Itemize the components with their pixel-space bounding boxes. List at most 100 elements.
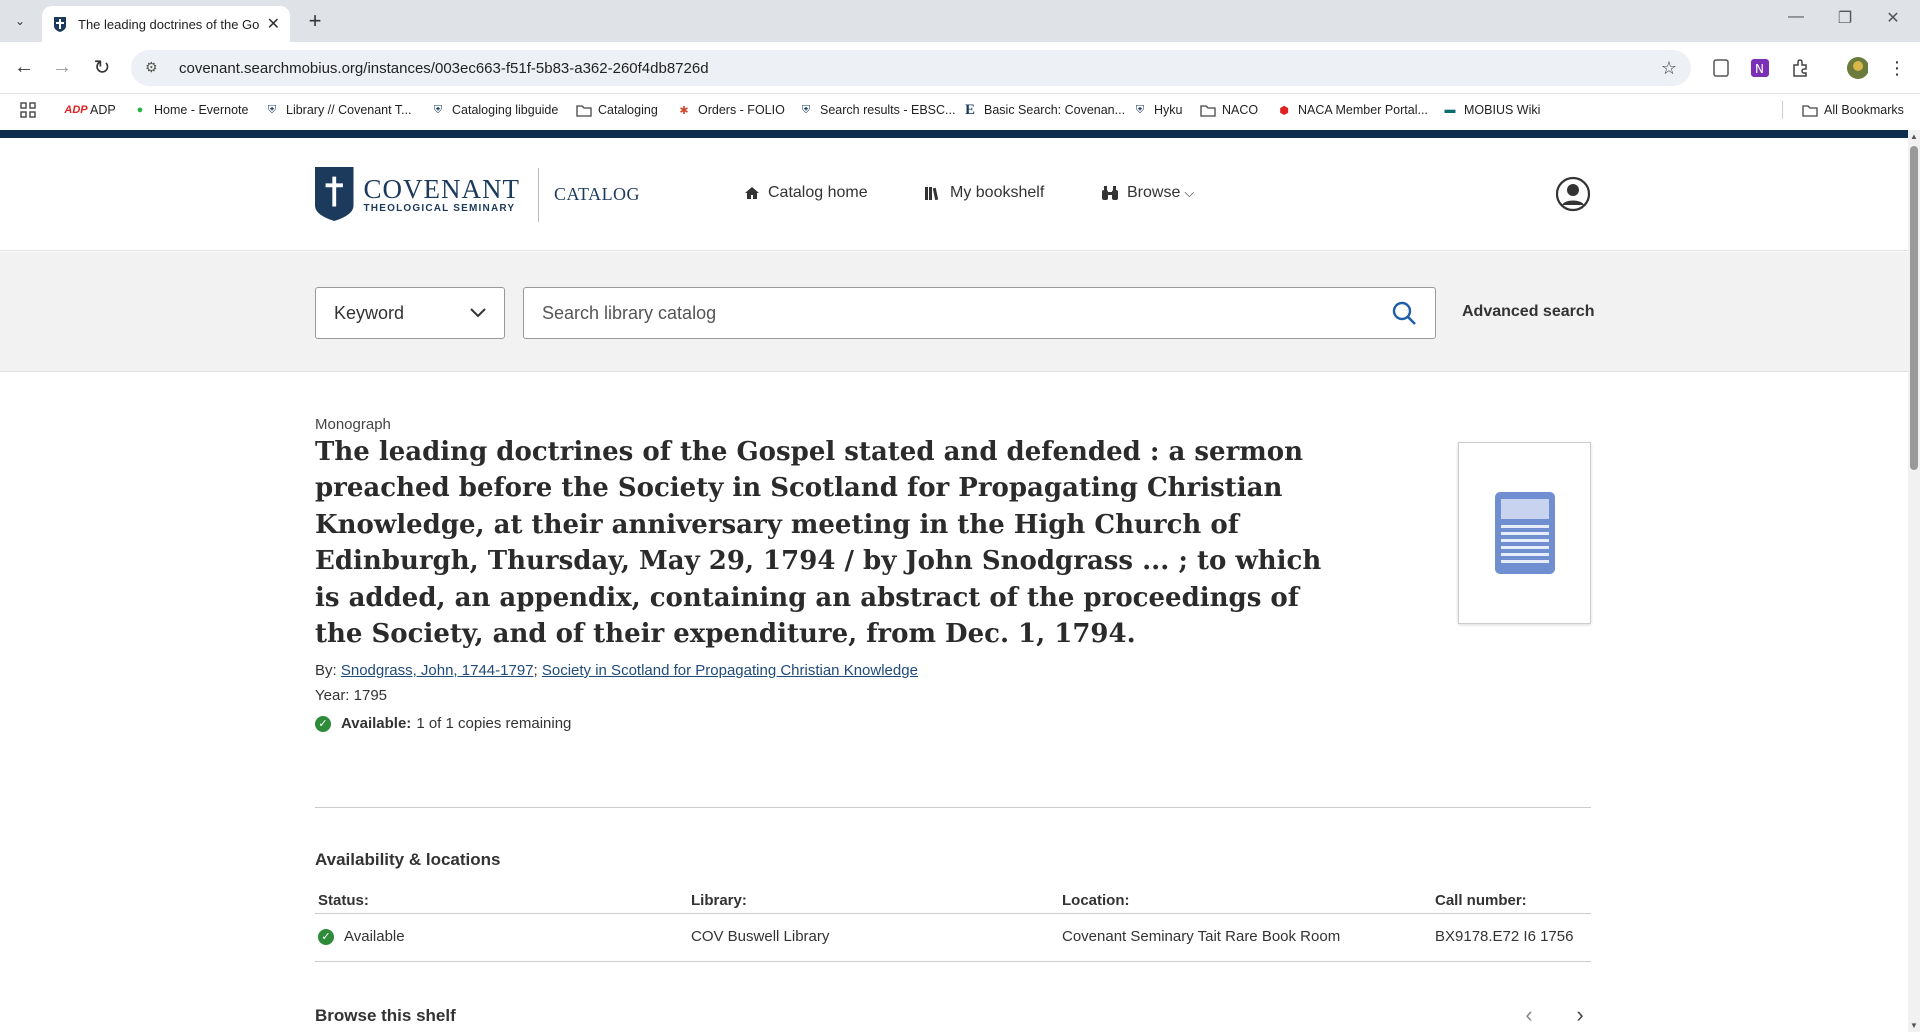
favicon-shield-icon [54, 17, 66, 32]
close-tab-icon[interactable]: ✕ [267, 14, 280, 34]
binoculars-icon [1102, 186, 1118, 200]
shield-icon: ⛨ [433, 103, 443, 116]
nav-catalog-home[interactable]: Catalog home [744, 184, 868, 202]
author-link-society[interactable]: Society in Scotland for Propagating Chri… [542, 662, 918, 679]
bookmark-library-covenant[interactable]: ⛨ Library // Covenant T... [264, 94, 412, 126]
col-status: Status: [318, 892, 369, 909]
restore-icon[interactable]: ❐ [1830, 8, 1860, 28]
bookmark-evernote[interactable]: ● Home - Evernote [132, 94, 249, 126]
cover-image [1458, 442, 1591, 624]
window-close-icon[interactable]: ✕ [1878, 8, 1908, 28]
bookmarks-divider [1782, 101, 1783, 119]
bookmarks-bar: ADP ADP ● Home - Evernote ⛨ Library // Cove… [0, 94, 1920, 126]
brand-stripe [0, 130, 1908, 138]
apps-grid-icon[interactable] [20, 94, 36, 126]
bookmark-hyku[interactable]: ⛨ Hyku [1132, 94, 1183, 126]
search-type-value: Keyword [334, 302, 405, 323]
url-text: covenant.searchmobius.org/instances/003e… [179, 59, 709, 77]
address-bar[interactable]: ⚙ covenant.searchmobius.org/instances/00… [131, 50, 1691, 86]
active-tab[interactable]: The leading doctrines of the Gosp ✕ [42, 6, 290, 42]
site-info-icon[interactable]: ⚙ [145, 59, 163, 77]
home-icon [745, 187, 759, 199]
year-label: Year: [315, 687, 350, 704]
tab-search-icon[interactable]: ⌄ [8, 9, 32, 33]
folder-icon [1802, 102, 1818, 118]
account-icon[interactable] [1555, 176, 1591, 212]
bookmark-ebsco[interactable]: ⛨ Search results - EBSC... [798, 94, 956, 126]
browse-shelf-heading: Browse this shelf [315, 1006, 456, 1025]
search-icon[interactable] [1391, 300, 1417, 326]
reload-icon[interactable]: ↻ [89, 54, 115, 80]
covenant-shield-icon [315, 167, 354, 221]
site-header: COVENANT THEOLOGICAL SEMINARY CATALOG Ca… [0, 138, 1908, 251]
folio-icon: ✱ [679, 104, 689, 117]
catalog-label: CATALOG [554, 184, 641, 204]
chevron-down-icon [470, 308, 486, 318]
evernote-icon: ● [136, 104, 144, 116]
new-tab-icon[interactable]: + [302, 9, 328, 35]
logo-subtitle: THEOLOGICAL SEMINARY [363, 202, 516, 214]
search-placeholder: Search library catalog [542, 302, 717, 323]
author-link-snodgrass[interactable]: Snodgrass, John, 1744-1797 [341, 662, 534, 679]
document-icon [1494, 492, 1555, 574]
col-call-number: Call number: [1435, 892, 1527, 909]
bookmark-adp[interactable]: ADP ADP [64, 94, 115, 126]
bookmark-orders-folio[interactable]: ✱ Orders - FOLIO [676, 94, 784, 126]
back-icon[interactable]: ← [11, 54, 37, 80]
mobius-icon: ▬ [1444, 104, 1456, 116]
forward-icon[interactable]: → [49, 54, 75, 80]
shield-icon: ⛨ [1135, 103, 1145, 116]
onenote-icon[interactable]: N [1749, 57, 1771, 79]
scroll-up-icon[interactable]: ▲ [1908, 132, 1920, 141]
bookmark-cataloging-folder[interactable]: Cataloging [576, 94, 658, 126]
check-circle-icon: ✓ [315, 715, 331, 732]
folder-icon [576, 102, 592, 118]
shield-icon: ⛨ [801, 103, 811, 116]
col-library: Library: [691, 892, 747, 909]
authors-line: By: Snodgrass, John, 1744-1797; Society … [315, 662, 918, 679]
shelf-next-icon[interactable]: › [1568, 1004, 1592, 1028]
available-count: 1 of 1 copies remaining [416, 715, 572, 732]
shelf-prev-icon[interactable]: ‹ [1517, 1004, 1541, 1028]
status-cell: ✓ Available [318, 928, 405, 945]
naca-icon: ⬢ [1279, 104, 1289, 117]
format-label: Monograph [315, 416, 391, 433]
nav-browse[interactable]: Browse ⌵ [1101, 184, 1194, 202]
all-bookmarks[interactable]: All Bookmarks [1802, 94, 1904, 126]
bookmark-naco[interactable]: NACO [1200, 94, 1258, 126]
bookmark-naca[interactable]: ⬢ NACA Member Portal... [1276, 94, 1428, 126]
profile-avatar-icon[interactable] [1846, 57, 1868, 79]
check-circle-icon: ✓ [318, 928, 334, 945]
folder-icon [1200, 102, 1216, 118]
browser-menu-icon[interactable]: ⋮ [1886, 57, 1908, 79]
logo-wordmark: COVENANT [363, 173, 520, 204]
books-icon [925, 187, 939, 201]
nav-my-bookshelf[interactable]: My bookshelf [924, 184, 1044, 202]
advanced-search-link[interactable]: Advanced search [1462, 303, 1595, 321]
scroll-down-icon[interactable]: ▼ [1908, 1021, 1920, 1030]
holdings-table: Status: Library: Location: Call number: … [315, 886, 1591, 962]
section-divider [315, 807, 1591, 808]
extensions-icon[interactable] [1789, 57, 1811, 79]
bookmark-basic-search[interactable]: E Basic Search: Covenan... [962, 94, 1125, 126]
search-type-select[interactable]: Keyword [315, 287, 505, 339]
ebsco-e-icon: E [964, 101, 975, 118]
tab-title: The leading doctrines of the Gosp [78, 16, 259, 32]
search-band: Keyword Search library catalog Advanced … [0, 252, 1908, 372]
shield-icon: ⛨ [267, 103, 277, 116]
search-input[interactable]: Search library catalog [523, 287, 1436, 339]
reading-list-icon[interactable] [1710, 57, 1732, 79]
scrollbar-thumb[interactable] [1910, 146, 1918, 470]
star-icon[interactable]: ☆ [1661, 58, 1677, 79]
col-location: Location: [1062, 892, 1130, 909]
bookmark-mobius-wiki[interactable]: ▬ MOBIUS Wiki [1442, 94, 1541, 126]
bookmark-cataloging-libguide[interactable]: ⛨ Cataloging libguide [430, 94, 558, 126]
adp-icon: ADP [64, 104, 88, 116]
year-value: 1795 [353, 687, 388, 704]
available-label: Available: [341, 715, 412, 732]
minimize-icon[interactable]: — [1781, 8, 1811, 26]
by-label: By: [315, 662, 337, 679]
page-scrollbar[interactable]: ▲ ▼ [1908, 130, 1920, 1032]
header-divider [538, 168, 539, 222]
covenant-logo[interactable]: COVENANT THEOLOGICAL SEMINARY [315, 166, 520, 222]
